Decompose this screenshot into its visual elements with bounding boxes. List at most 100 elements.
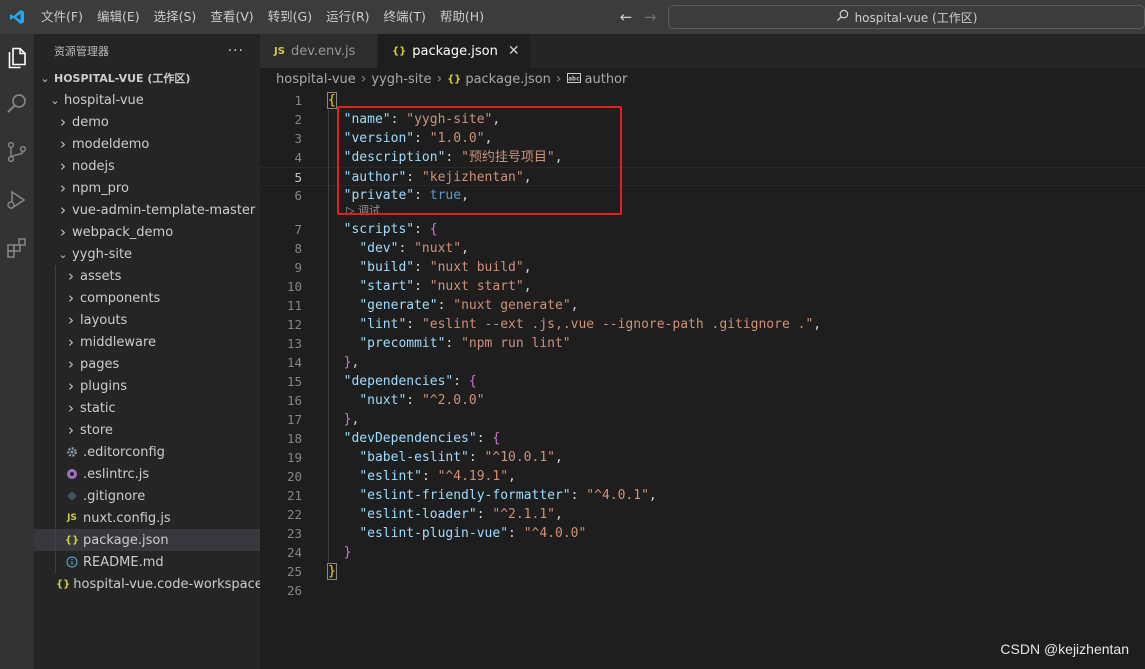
folder-item[interactable]: › static: [34, 397, 260, 419]
folder-item[interactable]: › demo: [34, 111, 260, 133]
menu-item[interactable]: 运行(R): [319, 0, 376, 34]
search-sidebar-icon[interactable]: [0, 84, 34, 124]
code-line[interactable]: 11 "generate": "nuxt generate",: [260, 296, 1145, 315]
line-number: 16: [286, 393, 302, 408]
menu-item[interactable]: 查看(V): [203, 0, 260, 34]
folder-item[interactable]: ⌄ yygh-site: [34, 243, 260, 265]
chevron-right-icon: ›: [436, 71, 443, 87]
menu-item[interactable]: 帮助(H): [433, 0, 491, 34]
file-item[interactable]: {} package.json: [34, 529, 260, 551]
search-icon: [836, 9, 849, 25]
workspace-root[interactable]: ⌄ HOSPITAL-VUE (工作区): [34, 67, 260, 89]
code-line[interactable]: 13 "precommit": "npm run lint": [260, 334, 1145, 353]
folder-item[interactable]: › middleware: [34, 331, 260, 353]
code-line[interactable]: 6 "private": true,: [260, 186, 1145, 205]
chevron-right-icon: ›: [68, 399, 74, 417]
code-line[interactable]: 8 "dev": "nuxt",: [260, 239, 1145, 258]
folder-item[interactable]: › layouts: [34, 309, 260, 331]
code-line[interactable]: 25}: [260, 562, 1145, 581]
file-item[interactable]: JS nuxt.config.js: [34, 507, 260, 529]
chevron-right-icon: ›: [68, 421, 74, 439]
code-line[interactable]: 21 "eslint-friendly-formatter": "^4.0.1"…: [260, 486, 1145, 505]
extensions-icon[interactable]: [0, 228, 34, 268]
command-center-search[interactable]: hospital-vue (工作区): [668, 5, 1145, 29]
menu-bar: 文件(F) 编辑(E) 选择(S) 查看(V) 转到(G) 运行(R) 终端(T) 帮助(H): [34, 0, 491, 34]
menu-item[interactable]: 编辑(E): [90, 0, 147, 34]
tree-item-label: .gitignore: [83, 488, 146, 504]
code-text: },: [343, 412, 360, 427]
folder-item[interactable]: › assets: [34, 265, 260, 287]
breadcrumb-item[interactable]: yygh-site: [371, 72, 431, 87]
code-text: "babel-eslint": "^10.0.1",: [359, 450, 563, 465]
back-arrow-icon[interactable]: ←: [618, 8, 634, 26]
run-debug-icon[interactable]: [0, 180, 34, 220]
code-line[interactable]: 26: [260, 581, 1145, 600]
line-number: 25: [286, 564, 302, 579]
line-number: 24: [286, 545, 302, 560]
file-tree: ⌄ hospital-vue › demo › modeldemo › nodejs › npm_…: [34, 89, 263, 595]
code-line[interactable]: 24 }: [260, 543, 1145, 562]
folder-item[interactable]: › npm_pro: [34, 177, 260, 199]
code-line[interactable]: 17 },: [260, 410, 1145, 429]
folder-item[interactable]: › pages: [34, 353, 260, 375]
code-line[interactable]: 3 "version": "1.0.0",: [260, 129, 1145, 148]
code-line[interactable]: 19 "babel-eslint": "^10.0.1",: [260, 448, 1145, 467]
folder-item[interactable]: › store: [34, 419, 260, 441]
forward-arrow-icon[interactable]: →: [642, 8, 658, 26]
chevron-right-icon: ›: [60, 223, 66, 241]
code-line[interactable]: 2 "name": "yygh-site",: [260, 110, 1145, 129]
line-number: 13: [286, 336, 302, 351]
folder-item[interactable]: › webpack_demo: [34, 221, 260, 243]
file-item[interactable]: .eslintrc.js: [34, 463, 260, 485]
code-line[interactable]: 20 "eslint": "^4.19.1",: [260, 467, 1145, 486]
code-line[interactable]: 4 "description": "预约挂号项目",: [260, 148, 1145, 167]
breadcrumb-item[interactable]: package.json: [465, 72, 551, 87]
code-line[interactable]: 15 "dependencies": {: [260, 372, 1145, 391]
code-editor[interactable]: 1{2 "name": "yygh-site", 3 "version": "1.…: [260, 90, 1145, 669]
menu-item[interactable]: 选择(S): [147, 0, 204, 34]
code-line[interactable]: 5 "author": "kejizhentan",: [260, 167, 1145, 186]
folder-item[interactable]: › nodejs: [34, 155, 260, 177]
tab-package-json[interactable]: {} package.json ✕: [378, 34, 531, 68]
file-item[interactable]: .editorconfig: [34, 441, 260, 463]
menu-item[interactable]: 转到(G): [261, 0, 319, 34]
debug-codelens[interactable]: ▷ 调试: [346, 204, 380, 218]
code-line[interactable]: 7 "scripts": {: [260, 220, 1145, 239]
tab-dev-env-js[interactable]: JS dev.env.js: [260, 34, 378, 68]
file-item[interactable]: {} hospital-vue.code-workspace: [34, 573, 263, 595]
close-icon[interactable]: ✕: [508, 43, 520, 59]
menu-item[interactable]: 文件(F): [34, 0, 90, 34]
folder-item[interactable]: ⌄ hospital-vue: [34, 89, 260, 111]
tree-item-label: layouts: [80, 312, 128, 328]
code-line[interactable]: 12 "lint": "eslint --ext .js,.vue --igno…: [260, 315, 1145, 334]
file-item[interactable]: .gitignore: [34, 485, 260, 507]
code-line[interactable]: 9 "build": "nuxt build",: [260, 258, 1145, 277]
code-line[interactable]: 18 "devDependencies": {: [260, 429, 1145, 448]
explorer-sidebar: 资源管理器 ··· ⌄ HOSPITAL-VUE (工作区) ⌄ hospital…: [34, 34, 263, 669]
explorer-icon[interactable]: [0, 38, 34, 78]
code-line[interactable]: 22 "eslint-loader": "^2.1.1",: [260, 505, 1145, 524]
file-item[interactable]: README.md: [34, 551, 260, 573]
folder-item[interactable]: › components: [34, 287, 260, 309]
menu-item[interactable]: 终端(T): [377, 0, 433, 34]
indent-guide: [55, 441, 56, 463]
code-line[interactable]: 16 "nuxt": "^2.0.0": [260, 391, 1145, 410]
code-line[interactable]: 10 "start": "nuxt start",: [260, 277, 1145, 296]
code-text: "start": "nuxt start",: [359, 279, 532, 294]
breadcrumb-item[interactable]: author: [585, 72, 628, 87]
folder-item[interactable]: › vue-admin-template-master: [34, 199, 260, 221]
source-control-icon[interactable]: [0, 132, 34, 172]
more-actions-icon[interactable]: ···: [228, 43, 244, 59]
code-text: "lint": "eslint --ext .js,.vue --ignore-…: [359, 317, 822, 332]
chevron-down-icon: ⌄: [58, 247, 68, 261]
code-line[interactable]: 14 },: [260, 353, 1145, 372]
code-line[interactable]: 1{: [260, 91, 1145, 110]
tree-item-label: assets: [80, 268, 122, 284]
folder-item[interactable]: › plugins: [34, 375, 260, 397]
code-line[interactable]: 23 "eslint-plugin-vue": "^4.0.0": [260, 524, 1145, 543]
json-file-icon: {}: [447, 73, 462, 85]
breadcrumb-item[interactable]: hospital-vue: [276, 72, 356, 87]
code-text: }: [327, 563, 337, 580]
line-number: 15: [286, 374, 302, 389]
folder-item[interactable]: › modeldemo: [34, 133, 260, 155]
